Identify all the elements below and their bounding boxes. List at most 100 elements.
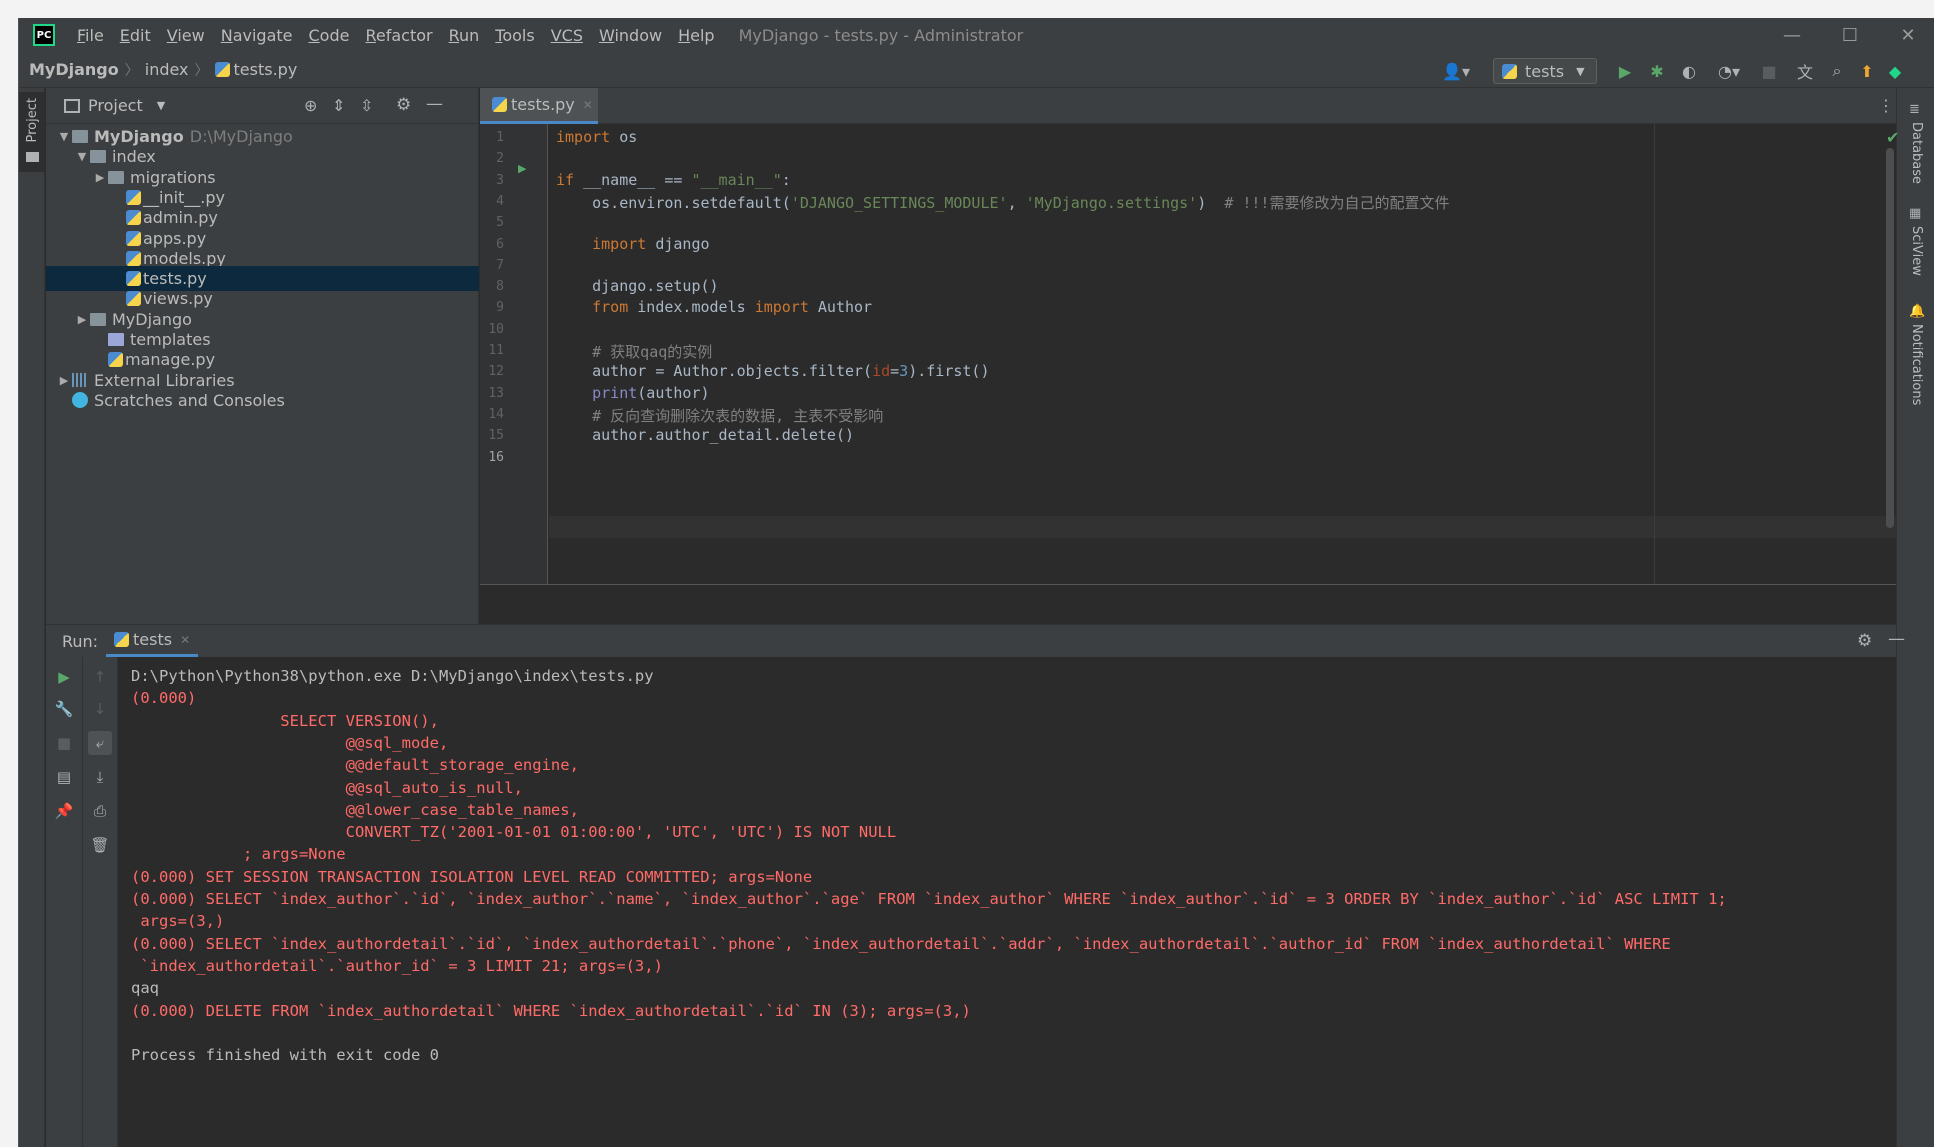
- hide-panel-icon[interactable]: —: [1888, 629, 1905, 649]
- python-icon: [1502, 63, 1517, 79]
- python-icon: [114, 632, 129, 647]
- chevron-right-icon: 〉: [124, 62, 139, 79]
- hide-panel-icon[interactable]: —: [426, 94, 443, 114]
- run-toolbar: ▶ 🔧 ■ ▤ 📌 ↑ ↓ ⤶ ⤓ ⎙ 🗑: [46, 657, 118, 1147]
- breadcrumb-file[interactable]: tests.py: [234, 60, 298, 79]
- pycharm-logo-icon: PC: [33, 24, 55, 46]
- more-options-icon[interactable]: ⋮: [1878, 96, 1894, 115]
- editor-footer: [480, 585, 1896, 624]
- run-tab-tests[interactable]: tests ✕: [106, 625, 199, 657]
- console-line: @@sql_mode,: [131, 733, 449, 752]
- code-line: # 反向查询删除次表的数据, 主表不受影响: [556, 406, 884, 425]
- menu-item[interactable]: Run: [441, 26, 488, 45]
- plugin-icon[interactable]: ◆: [1885, 61, 1905, 81]
- code-line: # 获取qaq的实例: [556, 343, 713, 361]
- breadcrumb-project[interactable]: MyDjango: [29, 60, 119, 79]
- code-line: import django: [592, 234, 710, 253]
- tree-item-label: apps.py: [143, 228, 207, 248]
- console-line: @@sql_auto_is_null,: [131, 778, 523, 797]
- right-tool-stripe: ≣ Database ▦ SciView 🔔 Notifications: [1896, 88, 1934, 1147]
- folder-icon: [90, 150, 106, 164]
- chevron-right-icon[interactable]: ▶: [56, 374, 72, 387]
- sciview-tool-tab[interactable]: SciView: [1909, 226, 1924, 276]
- minimize-icon[interactable]: —: [1763, 18, 1821, 52]
- chevron-right-icon[interactable]: ▶: [74, 313, 90, 326]
- translate-icon[interactable]: 文: [1795, 61, 1815, 82]
- wrench-icon[interactable]: 🔧: [52, 697, 76, 721]
- update-icon[interactable]: ⬆: [1857, 61, 1877, 81]
- line-number: 1: [496, 130, 504, 145]
- pin-icon[interactable]: 📌: [52, 799, 76, 823]
- close-tab-icon[interactable]: ✕: [583, 98, 593, 112]
- run-gutter-icon[interactable]: ▶: [518, 162, 526, 175]
- tree-item[interactable]: Scratches and Consoles: [46, 388, 479, 413]
- run-config-select[interactable]: tests ▼: [1493, 58, 1597, 84]
- menu-item[interactable]: Help: [670, 26, 722, 45]
- menu-item[interactable]: View: [159, 26, 213, 45]
- chevron-down-icon[interactable]: ▼: [56, 130, 72, 143]
- menu-item[interactable]: Refactor: [357, 26, 440, 45]
- menu-item[interactable]: Code: [301, 26, 358, 45]
- current-line-highlight: [549, 516, 1896, 538]
- notifications-tool-tab[interactable]: Notifications: [1909, 324, 1924, 405]
- line-number: 7: [496, 257, 504, 273]
- scroll-to-end-icon[interactable]: ⤓: [88, 765, 112, 789]
- console-line: (0.000) DELETE FROM `index_authordetail`…: [131, 1001, 971, 1020]
- menu-item[interactable]: Edit: [112, 26, 159, 45]
- project-panel-title[interactable]: Project: [88, 96, 143, 115]
- project-panel: Project ▼ ⊕ ⇕ ⇳ ⚙ — ▼ MyDjango D:\MyDjango…: [46, 88, 479, 624]
- gear-icon[interactable]: ⚙: [396, 95, 411, 115]
- layout-icon[interactable]: ▤: [52, 765, 76, 789]
- python-file-icon: [126, 230, 141, 246]
- run-icon[interactable]: ▶: [1615, 61, 1635, 81]
- soft-wrap-icon[interactable]: ⤶: [88, 731, 112, 755]
- vertical-scrollbar[interactable]: [1886, 148, 1894, 528]
- project-panel-header: Project ▼ ⊕ ⇕ ⇳ ⚙ —: [46, 88, 478, 124]
- line-number: 13: [488, 385, 504, 401]
- coverage-icon[interactable]: ◐: [1679, 61, 1699, 81]
- rerun-icon[interactable]: ▶: [52, 665, 76, 689]
- menu-item[interactable]: VCS: [543, 26, 591, 45]
- breadcrumb-folder[interactable]: index: [145, 60, 189, 79]
- stop-icon: ■: [1761, 61, 1777, 81]
- console-line: @@default_storage_engine,: [131, 756, 579, 775]
- line-number: 3: [496, 172, 504, 188]
- console-line: D:\Python\Python38\python.exe D:\MyDjang…: [131, 667, 654, 685]
- debug-icon[interactable]: ✱: [1647, 61, 1667, 81]
- console-line: (0.000): [131, 689, 197, 708]
- gear-icon[interactable]: ⚙: [1857, 631, 1872, 651]
- chevron-down-icon[interactable]: ▼: [74, 150, 90, 163]
- menu-item[interactable]: Window: [591, 26, 670, 45]
- trash-icon[interactable]: 🗑: [88, 833, 112, 857]
- code-line: print(author): [592, 383, 710, 402]
- line-number: 11: [488, 343, 504, 358]
- sciview-icon: ▦: [1909, 206, 1922, 221]
- expand-all-icon[interactable]: ⇕: [332, 96, 345, 115]
- print-icon[interactable]: ⎙: [88, 799, 112, 823]
- line-number: 16: [488, 449, 504, 465]
- menu-item[interactable]: Navigate: [213, 26, 301, 45]
- maximize-icon[interactable]: ☐: [1821, 18, 1879, 52]
- user-icon[interactable]: 👤▾: [1439, 61, 1473, 81]
- database-tool-tab[interactable]: Database: [1909, 122, 1924, 184]
- line-number: 15: [488, 428, 504, 444]
- profile-icon[interactable]: ◔▾: [1711, 61, 1747, 81]
- close-icon[interactable]: ✕: [1879, 18, 1934, 52]
- collapse-all-icon[interactable]: ⇳: [360, 96, 373, 115]
- tab-tests-py[interactable]: tests.py ✕: [480, 88, 598, 124]
- chevron-right-icon[interactable]: ▶: [92, 171, 108, 184]
- locate-icon[interactable]: ⊕: [304, 96, 317, 115]
- tree-item-label: models.py: [143, 248, 226, 268]
- close-tab-icon[interactable]: ✕: [180, 633, 190, 647]
- menu-item[interactable]: File: [69, 26, 112, 45]
- code-line: from index.models import Author: [592, 298, 873, 317]
- title-bar: PC File Edit View Navigate Code Refactor Run To…: [19, 18, 1934, 52]
- menu-item[interactable]: Tools: [487, 26, 542, 45]
- menu-bar: File Edit View Navigate Code Refactor Run Tools…: [69, 26, 723, 45]
- project-tool-tab[interactable]: Project: [19, 92, 45, 172]
- tree-item-label: views.py: [143, 289, 213, 309]
- tab-label: tests.py: [511, 95, 575, 114]
- search-icon[interactable]: ⌕: [1827, 61, 1847, 81]
- chevron-down-icon[interactable]: ▼: [157, 99, 165, 112]
- python-file-icon: [126, 291, 141, 307]
